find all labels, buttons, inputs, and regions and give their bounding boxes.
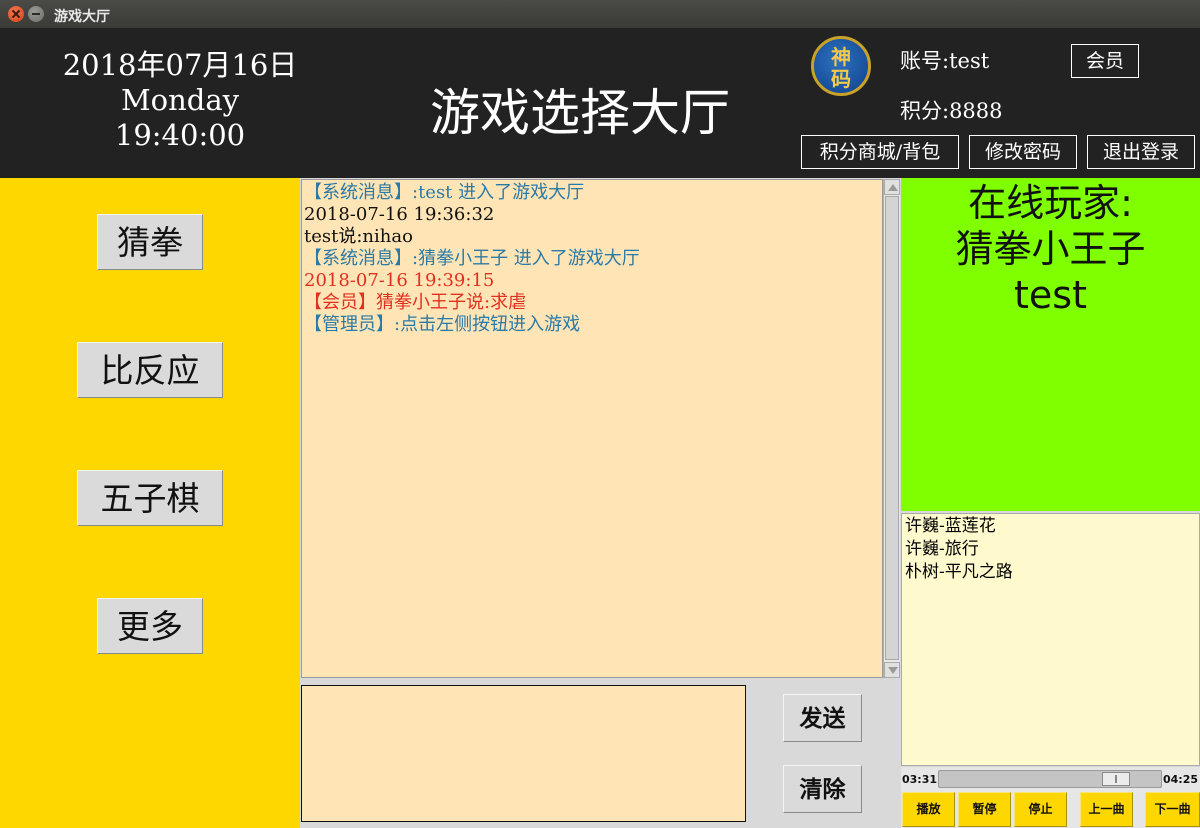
time-text: 19:40:00 <box>114 118 246 152</box>
stop-button[interactable]: 停止 <box>1014 792 1067 827</box>
scrollbar-thumb[interactable] <box>885 196 899 660</box>
points-label: 积分:8888 <box>900 99 1003 123</box>
play-button[interactable]: 播放 <box>902 792 955 827</box>
game-gomoku-button[interactable]: 五子棋 <box>77 470 223 526</box>
window-titlebar: 游戏大厅 <box>0 0 1200 28</box>
pause-button[interactable]: 暂停 <box>958 792 1011 827</box>
online-players-title: 在线玩家: <box>968 181 1133 225</box>
chat-message: 【系统消息】:猜拳小王子 进入了游戏大厅 <box>304 248 640 269</box>
playlist-item[interactable]: 朴树-平凡之路 <box>905 561 1196 584</box>
total-time: 04:25 <box>1162 773 1198 786</box>
weekday-text: Monday <box>120 83 240 117</box>
account-label: 账号:test <box>900 49 990 73</box>
chat-message: test说:nihao <box>304 226 413 247</box>
logo-char-1: 神 <box>831 45 851 69</box>
playlist-item[interactable]: 许巍-蓝莲花 <box>905 515 1196 538</box>
game-selection-panel: 猜拳 比反应 五子棋 更多 <box>0 178 300 828</box>
datetime-display: 2018年07月16日 Monday 19:40:00 <box>60 48 300 153</box>
clear-button[interactable]: 清除 <box>783 765 862 813</box>
chat-scrollbar[interactable] <box>883 179 900 678</box>
close-window-icon[interactable] <box>8 6 24 22</box>
scroll-down-arrow-icon[interactable] <box>884 662 900 678</box>
logo-char-2: 码 <box>831 67 851 91</box>
date-text: 2018年07月16日 <box>62 48 298 82</box>
brand-logo: 神 码 <box>811 36 871 96</box>
progress-slider[interactable] <box>938 770 1162 788</box>
chat-message: 【会员】猜拳小王子说:求虐 <box>304 292 527 313</box>
game-reaction-button[interactable]: 比反应 <box>77 342 223 398</box>
online-player: test <box>1014 273 1087 317</box>
current-time: 03:31 <box>902 773 938 786</box>
window-title: 游戏大厅 <box>54 9 110 25</box>
music-player-controls: 03:31 04:25 播放 暂停 停止 上一曲 下一曲 <box>901 767 1200 828</box>
progress-slider-handle[interactable] <box>1102 772 1130 786</box>
next-track-button[interactable]: 下一曲 <box>1145 792 1200 827</box>
points-shop-button[interactable]: 积分商城/背包 <box>801 135 959 169</box>
online-players-panel: 在线玩家: 猜拳小王子 test <box>901 178 1200 511</box>
page-title: 游戏选择大厅 <box>430 84 730 142</box>
chat-message: 2018-07-16 19:36:32 <box>304 204 495 225</box>
chat-message: 【系统消息】:test 进入了游戏大厅 <box>304 182 585 203</box>
game-more-button[interactable]: 更多 <box>97 598 203 654</box>
music-playlist[interactable]: 许巍-蓝莲花 许巍-旅行 朴树-平凡之路 <box>901 513 1200 766</box>
chat-input[interactable] <box>301 685 746 822</box>
playlist-item[interactable]: 许巍-旅行 <box>905 538 1196 561</box>
online-player: 猜拳小王子 <box>955 227 1146 271</box>
member-button[interactable]: 会员 <box>1071 44 1139 78</box>
minimize-window-icon[interactable] <box>28 6 44 22</box>
chat-message: 【管理员】:点击左侧按钮进入游戏 <box>304 314 581 335</box>
change-password-button[interactable]: 修改密码 <box>969 135 1077 169</box>
chat-message: 2018-07-16 19:39:15 <box>304 270 495 291</box>
header: 2018年07月16日 Monday 19:40:00 游戏选择大厅 神 码 账… <box>0 28 1200 178</box>
logout-button[interactable]: 退出登录 <box>1087 135 1195 169</box>
previous-track-button[interactable]: 上一曲 <box>1080 792 1133 827</box>
chat-log[interactable]: 【系统消息】:test 进入了游戏大厅 2018-07-16 19:36:32 … <box>301 179 883 678</box>
send-button[interactable]: 发送 <box>783 694 862 742</box>
game-rock-paper-scissors-button[interactable]: 猜拳 <box>97 214 203 270</box>
scroll-up-arrow-icon[interactable] <box>884 179 900 195</box>
